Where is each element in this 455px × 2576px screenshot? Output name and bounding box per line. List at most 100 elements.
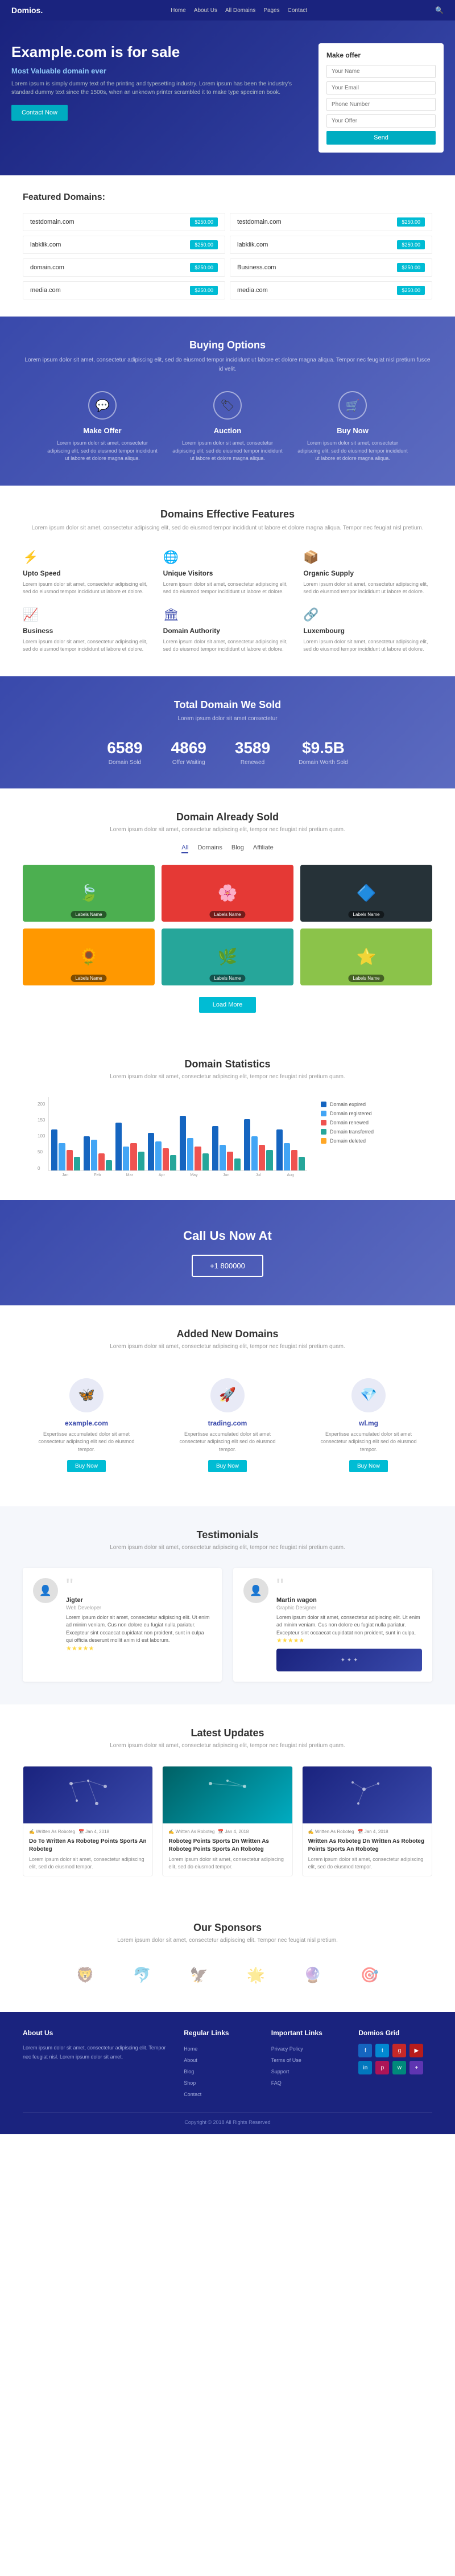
chart-area: 200 150 100 50 0 JanFebMarAprMayJunJulAu… [34,1097,307,1177]
youtube-icon[interactable]: ▶ [410,2044,423,2057]
statistics-section: Domain Statistics Lorem ipsum dolor sit … [0,1036,455,1200]
filter-blog[interactable]: Blog [231,844,244,853]
sold-card[interactable]: 🍃 Labels Name [23,865,155,922]
authority-icon: 🏛 [163,607,292,622]
footer-faq[interactable]: FAQ [271,2080,282,2086]
search-icon[interactable]: 🔍 [435,6,444,14]
buy-now-button-0[interactable]: Buy Now [67,1460,106,1472]
bar [202,1153,209,1170]
hero-cta-button[interactable]: Contact Now [11,105,68,121]
testimonial-image: ✦ ✦ ✦ [276,1649,422,1671]
sponsors-row: 🦁 🐬 🦅 🌟 🔮 🎯 [23,1961,432,1989]
speed-icon: ⚡ [23,550,152,565]
name-field[interactable] [326,65,436,78]
bar-group [276,1129,305,1170]
feature-item: ⚡ Upto Speed Lorem ipsum dolor sit amet,… [23,550,152,596]
domain-sold-subtitle: Lorem ipsum dolor sit amet, consectetur … [23,827,432,833]
extra-social-icon[interactable]: + [410,2061,423,2074]
email-field[interactable] [326,81,436,95]
feature-item: 🔗 Luxembourg Lorem ipsum dolor sit amet,… [303,607,432,654]
bar-group [180,1116,208,1170]
domain-row[interactable]: Business.com $250.00 [230,258,432,277]
sold-card[interactable]: 🌿 Labels Name [162,928,293,985]
filter-domains[interactable]: Domains [197,844,222,853]
whatsapp-icon[interactable]: w [392,2061,406,2074]
footer-about: About Us Lorem ipsum dolor sit amet, con… [23,2029,170,2101]
latest-card-2: ✍ Written As Roboteg 📅 Jan 4, 2018 Writt… [302,1766,432,1876]
pinterest-icon[interactable]: p [375,2061,389,2074]
load-more-button[interactable]: Load More [199,997,257,1013]
bar [244,1119,250,1170]
nav-pages[interactable]: Pages [263,7,279,14]
nav-contact[interactable]: Contact [288,7,307,14]
testimonials-subtitle: Lorem ipsum dolor sit amet, consectetur … [23,1544,432,1551]
post-image-1 [163,1766,292,1823]
bar [67,1150,73,1170]
bar [299,1157,305,1170]
sold-card[interactable]: 🔷 Labels Name [300,865,432,922]
filter-affiliate[interactable]: Affiliate [253,844,274,853]
footer-regular-links: Regular Links Home About Blog Shop Conta… [184,2029,258,2101]
domain-row[interactable]: labklik.com $250.00 [23,236,225,254]
domain-row[interactable]: testdomain.com $250.00 [23,213,225,231]
testimonial-card-0: 👤 " Jigter Web Developer Lorem ipsum dol… [23,1568,222,1682]
post-meta-0: ✍ Written As Roboteg 📅 Jan 4, 2018 Do To… [23,1823,152,1876]
testimonial-card-1: 👤 " Martin wagon Graphic Designer Lorem … [233,1568,432,1682]
sponsor-logo-2: 🦅 [179,1961,219,1989]
footer-link-contact[interactable]: Contact [184,2092,201,2097]
footer-support[interactable]: Support [271,2069,289,2074]
filter-all[interactable]: All [181,844,188,853]
legend-color-registered [321,1111,326,1116]
statistics-subtitle: Lorem ipsum dolor sit amet, consectetur … [23,1074,432,1080]
buy-now-button-1[interactable]: Buy Now [208,1460,247,1472]
nav-domains[interactable]: All Domains [225,7,255,14]
nav-home[interactable]: Home [171,7,186,14]
domain-row[interactable]: media.com $250.00 [23,281,225,299]
linkedin-icon[interactable]: in [358,2061,372,2074]
sold-card[interactable]: 🌻 Labels Name [23,928,155,985]
logo[interactable]: Domios. [11,6,43,15]
bar [170,1155,176,1170]
buy-now-button-2[interactable]: Buy Now [349,1460,388,1472]
bar [195,1147,201,1170]
googleplus-icon[interactable]: g [392,2044,406,2057]
call-button[interactable]: +1 800000 [192,1255,263,1277]
footer-privacy[interactable]: Privacy Policy [271,2046,303,2052]
testimonial-content-0: " Jigter Web Developer Lorem ipsum dolor… [66,1578,212,1671]
avatar-1: 👤 [243,1578,268,1603]
phone-field[interactable] [326,98,436,111]
option-auction: 🏷 Auction Lorem ipsum dolor sit amet, co… [171,391,284,463]
domain-row[interactable]: testdomain.com $250.00 [230,213,432,231]
sponsor-logo-3: 🌟 [236,1961,276,1989]
domain-row[interactable]: labklik.com $250.00 [230,236,432,254]
domain-row[interactable]: media.com $250.00 [230,281,432,299]
legend-deleted: Domain deleted [321,1138,421,1144]
send-button[interactable]: Send [326,131,436,145]
quote-mark: " [276,1578,422,1595]
footer-link-about[interactable]: About [184,2057,197,2063]
footer-link-shop[interactable]: Shop [184,2080,196,2086]
footer-terms[interactable]: Terms of Use [271,2057,301,2063]
sold-card[interactable]: ⭐ Labels Name [300,928,432,985]
post-tags-2: ✍ Written As Roboteg 📅 Jan 4, 2018 [308,1829,426,1834]
bar [284,1143,290,1170]
x-label: Apr [147,1173,176,1177]
offer-field[interactable] [326,114,436,128]
sponsors-title: Our Sponsors [23,1922,432,1934]
footer-link-blog[interactable]: Blog [184,2069,194,2074]
sold-card[interactable]: 🌸 Labels Name [162,865,293,922]
facebook-icon[interactable]: f [358,2044,372,2057]
legend-registered: Domain registered [321,1111,421,1116]
latest-grid: ✍ Written As Roboteg 📅 Jan 4, 2018 Do To… [23,1766,432,1876]
visitors-icon: 🌐 [163,550,292,565]
nav-about[interactable]: About Us [194,7,217,14]
avatar-0: 👤 [33,1578,58,1603]
footer-link-home[interactable]: Home [184,2046,197,2052]
twitter-icon[interactable]: t [375,2044,389,2057]
added-card: 🚀 trading.com Expertisse accumulated dol… [164,1367,291,1484]
x-label: Jan [51,1173,80,1177]
domain-row[interactable]: domain.com $250.00 [23,258,225,277]
legend-color-expired [321,1102,326,1107]
features-section: Domains Effective Features Lorem ipsum d… [0,486,455,676]
latest-subtitle: Lorem ipsum dolor sit amet, consectetur … [23,1743,432,1749]
